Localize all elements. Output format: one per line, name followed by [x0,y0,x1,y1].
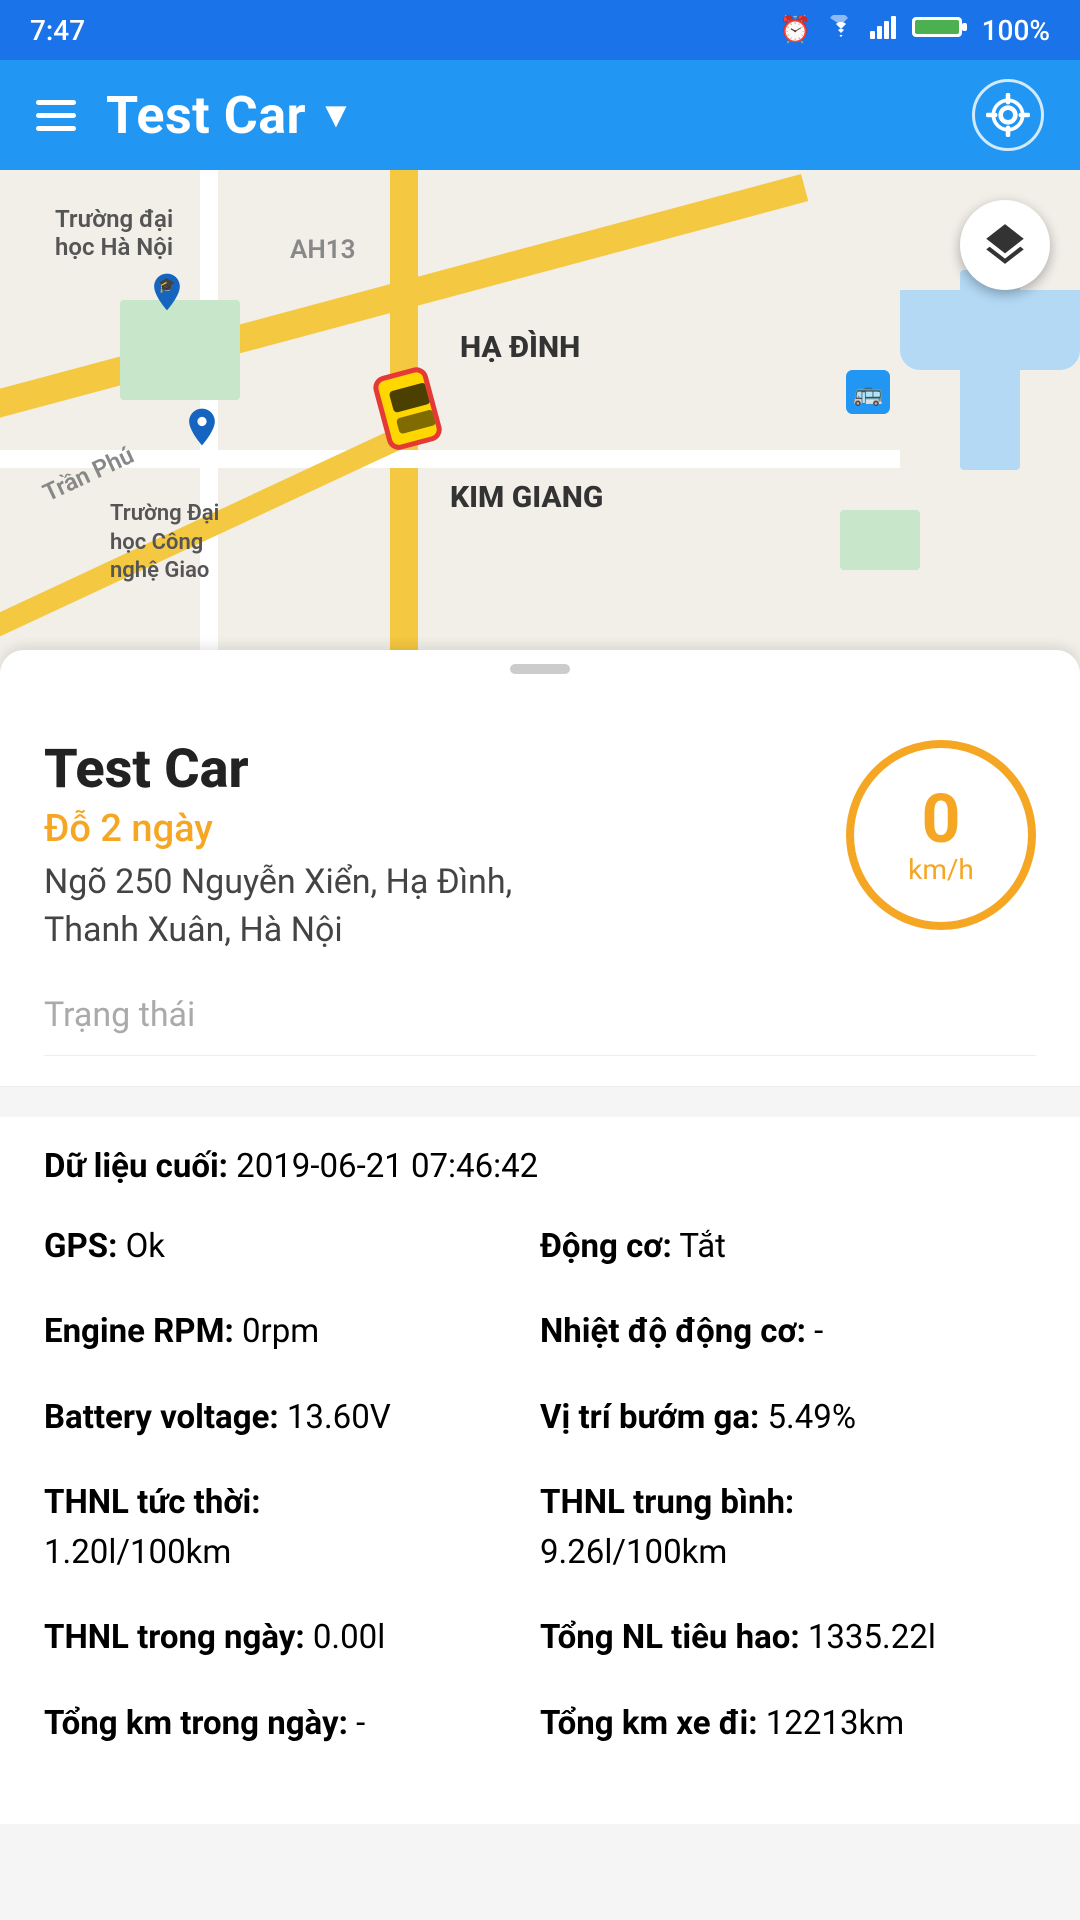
data-row-1: Engine RPM: 0rpm Nhiệt độ động cơ: - [44,1307,1036,1357]
status-bar: 7:47 ⏰ [0,0,1080,60]
daily-fuel-value: 0.00l [313,1618,385,1657]
engine-label: Động cơ: [540,1227,672,1266]
map-label-ah13: AH13 [290,235,355,265]
app-title: Test Car [106,85,306,146]
pull-handle[interactable] [0,650,1080,700]
title-dropdown[interactable]: Test Car ▼ [106,85,354,146]
speed-circle: 0 km/h [846,740,1036,930]
vehicle-address: Ngõ 250 Nguyễn Xiển, Hạ Đình, Thanh Xuân… [44,859,604,954]
speed-value: 0 [921,785,960,853]
vehicle-info-left: Test Car Đỗ 2 ngày Ngõ 250 Nguyễn Xiển, … [44,740,604,955]
water-area-2 [960,270,1020,470]
dropdown-arrow-icon: ▼ [318,94,354,136]
signal-icon [870,15,898,46]
map-view[interactable]: Trường đạihọc Hà Nội AH13 HẠ ĐÌNH KIM GI… [0,170,1080,700]
layer-toggle-button[interactable] [960,200,1050,290]
pin-university-2 [180,405,224,453]
data-item-total-km: Tổng km xe đi: 12213km [540,1699,1036,1749]
vehicle-status-parked: Đỗ 2 ngày [44,807,604,851]
gps-label: GPS: [44,1227,117,1266]
map-label-university: Trường đạihọc Hà Nội [55,205,173,261]
svg-text:🚌: 🚌 [853,379,883,407]
engine-temp-value: - [814,1312,823,1351]
pin-university-1: 🎓 [145,270,189,318]
total-km-label: Tổng km xe đi: [540,1704,758,1743]
menu-button[interactable] [36,100,76,131]
park-area-2 [840,510,920,570]
status-time: 7:47 [30,14,85,47]
rpm-label: Engine RPM: [44,1312,234,1351]
alarm-icon: ⏰ [779,15,811,45]
data-row-2: Battery voltage: 13.60V Vị trí bướm ga: … [44,1393,1036,1443]
data-item-gps: GPS: Ok [44,1222,540,1272]
data-item-rpm: Engine RPM: 0rpm [44,1307,540,1357]
last-data-value: 2019-06-21 07:46:42 [236,1147,538,1186]
data-section: Dữ liệu cuối: 2019-06-21 07:46:42 GPS: O… [0,1117,1080,1825]
total-km-value: 12213km [766,1704,904,1743]
battery-percent: 100% [982,14,1050,47]
last-data-row: Dữ liệu cuối: 2019-06-21 07:46:42 [44,1147,1036,1186]
wifi-icon [826,15,856,46]
battery-icon [912,14,968,47]
battery-value: 13.60V [287,1398,391,1437]
vehicle-name: Test Car [44,740,604,799]
throttle-value: 5.49% [768,1398,857,1437]
engine-value: Tắt [679,1227,726,1266]
data-row-0: GPS: Ok Động cơ: Tắt [44,1222,1036,1272]
map-background: Trường đạihọc Hà Nội AH13 HẠ ĐÌNH KIM GI… [0,170,1080,700]
pin-bus-stop: 🚌 [846,370,890,418]
data-item-engine: Động cơ: Tắt [540,1222,1036,1272]
status-label: Trạng thái [44,975,1036,1056]
daily-km-value: - [356,1704,365,1743]
map-label-truong-cong-nghe: Trường Đạihọc Côngnghệ Giao [110,500,219,586]
data-item-battery: Battery voltage: 13.60V [44,1393,540,1443]
section-divider [0,1086,1080,1087]
location-button[interactable] [972,79,1044,151]
data-item-avg-fuel: THNL trung bình: 9.26l/100km [540,1478,1036,1577]
data-row-5: Tổng km trong ngày: - Tổng km xe đi: 122… [44,1699,1036,1749]
data-item-daily-fuel: THNL trong ngày: 0.00l [44,1613,540,1663]
car-marker [380,370,440,450]
data-item-engine-temp: Nhiệt độ động cơ: - [540,1307,1036,1357]
data-row-4: THNL trong ngày: 0.00l Tổng NL tiêu hao:… [44,1613,1036,1663]
pull-chevron [510,664,570,674]
total-fuel-label: Tổng NL tiêu hao: [540,1618,800,1657]
avg-fuel-label: THNL trung bình: [540,1483,794,1522]
app-bar-left: Test Car ▼ [36,85,354,146]
data-item-throttle: Vị trí bướm ga: 5.49% [540,1393,1036,1443]
gps-value: Ok [126,1227,165,1266]
info-panel: Test Car Đỗ 2 ngày Ngõ 250 Nguyễn Xiển, … [0,700,1080,1086]
data-item-daily-km: Tổng km trong ngày: - [44,1699,540,1749]
info-top-section: Test Car Đỗ 2 ngày Ngõ 250 Nguyễn Xiển, … [44,740,1036,955]
total-fuel-value: 1335.22l [808,1618,936,1657]
last-data-label: Dữ liệu cuối: [44,1147,228,1186]
data-item-total-fuel: Tổng NL tiêu hao: 1335.22l [540,1613,1036,1663]
battery-label: Battery voltage: [44,1398,279,1437]
engine-temp-label: Nhiệt độ động cơ: [540,1312,806,1351]
daily-km-label: Tổng km trong ngày: [44,1704,348,1743]
instant-fuel-value: 1.20l/100km [44,1533,231,1572]
speedometer: 0 km/h [846,740,1036,930]
speed-unit: km/h [908,853,974,886]
map-label-ha-dinh: HẠ ĐÌNH [460,330,580,365]
rpm-value: 0rpm [242,1312,319,1351]
avg-fuel-value: 9.26l/100km [540,1533,727,1572]
svg-text:🎓: 🎓 [158,276,176,294]
throttle-label: Vị trí bướm ga: [540,1398,759,1437]
data-row-3: THNL tức thời: 1.20l/100km THNL trung bì… [44,1478,1036,1577]
app-bar: Test Car ▼ [0,60,1080,170]
daily-fuel-label: THNL trong ngày: [44,1618,305,1657]
map-label-kim-giang: KIM GIANG [450,480,603,515]
status-right-icons: ⏰ 100% [779,14,1050,47]
instant-fuel-label: THNL tức thời: [44,1483,261,1522]
data-item-instant-fuel: THNL tức thời: 1.20l/100km [44,1478,540,1577]
